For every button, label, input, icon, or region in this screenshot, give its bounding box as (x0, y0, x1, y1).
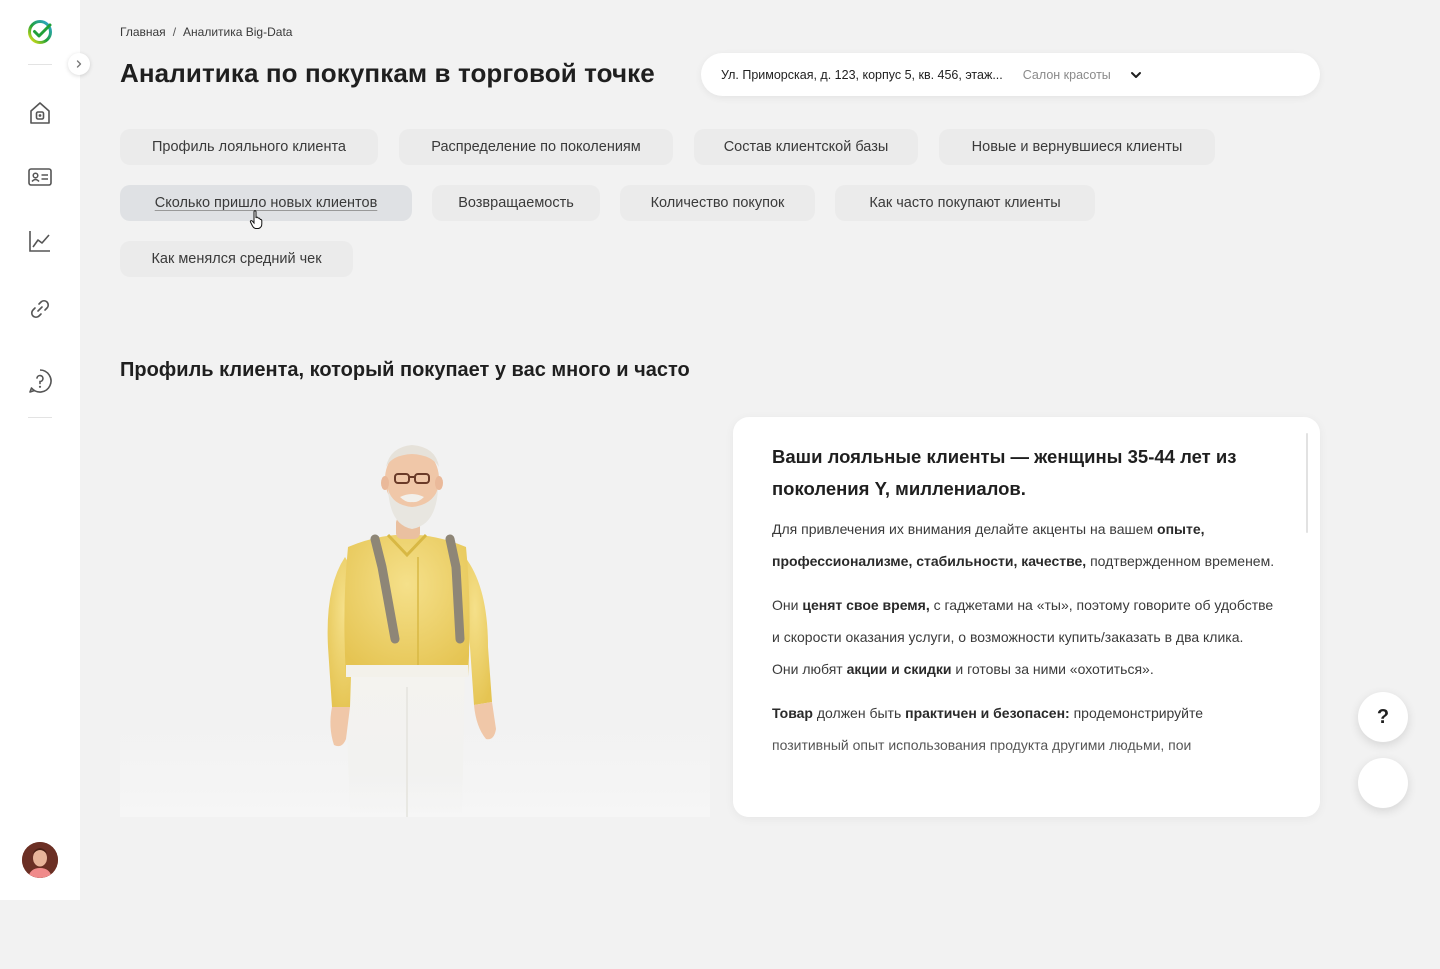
logo-icon[interactable] (26, 18, 54, 46)
avatar[interactable] (22, 842, 58, 878)
breadcrumb: Главная / Аналитика Big-Data (120, 25, 292, 39)
id-card-icon[interactable] (24, 161, 56, 193)
location-address: Ул. Приморская, д. 123, корпус 5, кв. 45… (721, 67, 1003, 82)
tab-new-clients-count[interactable]: Сколько пришло новых клиентов (120, 185, 412, 221)
card-paragraph: Для привлечения их внимания делайте акце… (772, 521, 1275, 569)
card-content: Ваши лояльные клиенты — женщины 35-44 ле… (772, 441, 1282, 773)
help-button[interactable]: ? (1358, 692, 1408, 742)
section-title: Профиль клиента, который покупает у вас … (120, 359, 690, 381)
tab-purchase-frequency[interactable]: Как часто покупают клиенты (835, 185, 1095, 221)
chevron-down-icon (1130, 71, 1141, 78)
sidebar-divider (28, 417, 52, 418)
home-icon[interactable] (24, 97, 56, 129)
chevron-right-icon (76, 60, 82, 68)
tab-purchase-count[interactable]: Количество покупок (620, 185, 815, 221)
card-paragraph: Они любят акции и скидки и готовы за ним… (772, 661, 1154, 677)
hand-cursor-icon (249, 210, 263, 229)
character-illustration (120, 417, 710, 817)
tab-client-base[interactable]: Состав клиентской базы (694, 129, 918, 165)
tab-average-check[interactable]: Как менялся средний чек (120, 241, 353, 277)
help-icon[interactable] (24, 365, 56, 397)
page-title: Аналитика по покупкам в торговой точке (120, 58, 655, 88)
floating-action-button[interactable] (1358, 758, 1408, 808)
sidebar-collapse-button[interactable] (68, 53, 90, 75)
sidebar-divider (28, 64, 52, 65)
tab-retention[interactable]: Возвращаемость (432, 185, 600, 221)
card-fade-overlay (733, 737, 1320, 817)
loyal-client-info-card: Ваши лояльные клиенты — женщины 35-44 ле… (733, 417, 1320, 817)
tab-loyal-client-profile[interactable]: Профиль лояльного клиента (120, 129, 378, 165)
location-select[interactable]: Ул. Приморская, д. 123, корпус 5, кв. 45… (701, 53, 1320, 96)
app-frame: Главная / Аналитика Big-Data Аналитика по … (0, 0, 1440, 969)
card-paragraph: Они ценят свое время, с гаджетами на «ты… (772, 597, 1274, 645)
card-heading: Ваши лояльные клиенты — женщины 35-44 ле… (772, 446, 1237, 499)
chart-icon[interactable] (24, 225, 56, 257)
breadcrumb-home[interactable]: Главная (120, 25, 166, 39)
breadcrumb-separator: / (172, 25, 177, 39)
card-scrollbar[interactable] (1306, 433, 1308, 533)
breadcrumb-current: Аналитика Big-Data (183, 25, 293, 39)
location-category: Салон красоты (1022, 67, 1111, 82)
sidebar (0, 0, 80, 900)
tab-new-returning[interactable]: Новые и вернувшиеся клиенты (939, 129, 1215, 165)
tab-generations[interactable]: Распределение по поколениям (399, 129, 673, 165)
link-icon[interactable] (24, 293, 56, 325)
